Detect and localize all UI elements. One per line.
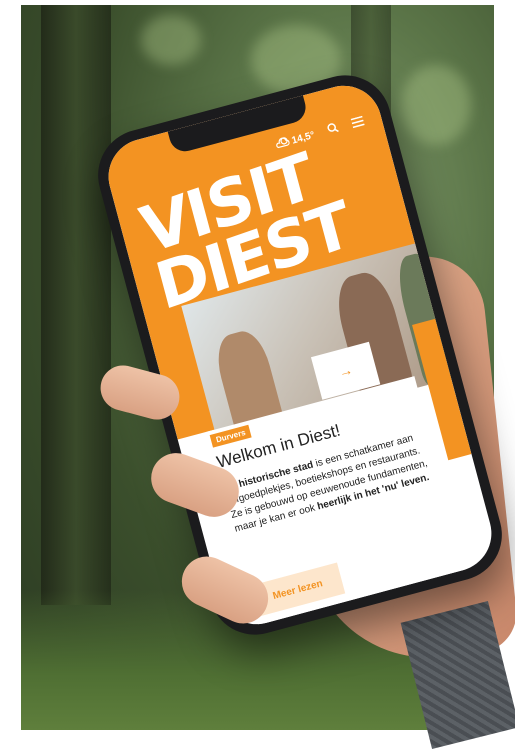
tree-trunk: [41, 5, 111, 605]
search-icon[interactable]: [326, 122, 340, 138]
arrow-right-icon: →: [336, 361, 355, 381]
bokeh-light: [401, 65, 471, 145]
bokeh-light: [141, 15, 201, 65]
